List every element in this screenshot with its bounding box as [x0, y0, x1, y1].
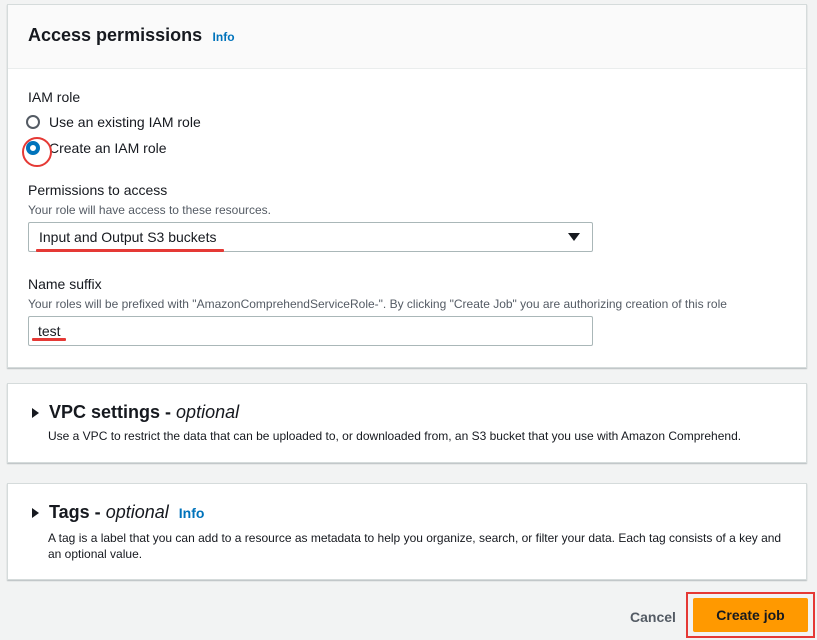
vpc-optional: optional — [176, 402, 240, 422]
tags-toggle[interactable]: Tags - optional Info — [32, 502, 204, 523]
radio-highlight-ring — [22, 137, 52, 167]
tags-title: Tags - — [49, 502, 101, 522]
tags-info-link[interactable]: Info — [179, 505, 205, 521]
caret-down-icon — [568, 233, 580, 241]
name-suffix-description: Your roles will be prefixed with "Amazon… — [28, 297, 727, 311]
vpc-settings-toggle[interactable]: VPC settings - optional — [32, 402, 239, 423]
create-job-button[interactable]: Create job — [693, 598, 808, 632]
iam-role-label: IAM role — [28, 89, 81, 105]
permissions-label: Permissions to access — [28, 182, 168, 198]
permissions-description: Your role will have access to these reso… — [28, 203, 272, 217]
access-info-link[interactable]: Info — [213, 30, 235, 44]
radio-create-role[interactable]: Create an IAM role — [22, 137, 167, 167]
access-permissions-title: Access permissions — [28, 25, 203, 45]
name-suffix-label: Name suffix — [28, 276, 102, 292]
tags-panel[interactable]: Tags - optional Info A tag is a label th… — [7, 483, 807, 580]
radio-use-existing-role[interactable]: Use an existing IAM role — [26, 114, 201, 130]
radio-create-label: Create an IAM role — [49, 140, 167, 156]
cancel-button[interactable]: Cancel — [618, 604, 688, 630]
suffix-underline-annotation — [32, 338, 66, 341]
access-permissions-header: Access permissions Info — [8, 5, 806, 69]
access-permissions-panel: Access permissions Info IAM role Use an … — [7, 4, 807, 368]
caret-right-icon — [32, 407, 39, 418]
name-suffix-input[interactable] — [28, 316, 593, 346]
vpc-settings-panel[interactable]: VPC settings - optional Use a VPC to res… — [7, 383, 807, 463]
create-job-highlight: Create job — [686, 592, 815, 638]
caret-right-icon — [32, 507, 39, 518]
tags-description: A tag is a label that you can add to a r… — [48, 531, 782, 561]
value-underline-annotation — [36, 249, 224, 252]
permissions-select-value: Input and Output S3 buckets — [39, 229, 217, 245]
radio-existing-label: Use an existing IAM role — [49, 114, 201, 130]
permissions-select[interactable]: Input and Output S3 buckets — [28, 222, 593, 252]
tags-optional: optional — [105, 502, 169, 522]
radio-existing-circle[interactable] — [26, 115, 40, 129]
radio-create-circle[interactable] — [22, 137, 52, 167]
vpc-title: VPC settings - — [49, 402, 172, 422]
vpc-description: Use a VPC to restrict the data that can … — [48, 429, 742, 443]
